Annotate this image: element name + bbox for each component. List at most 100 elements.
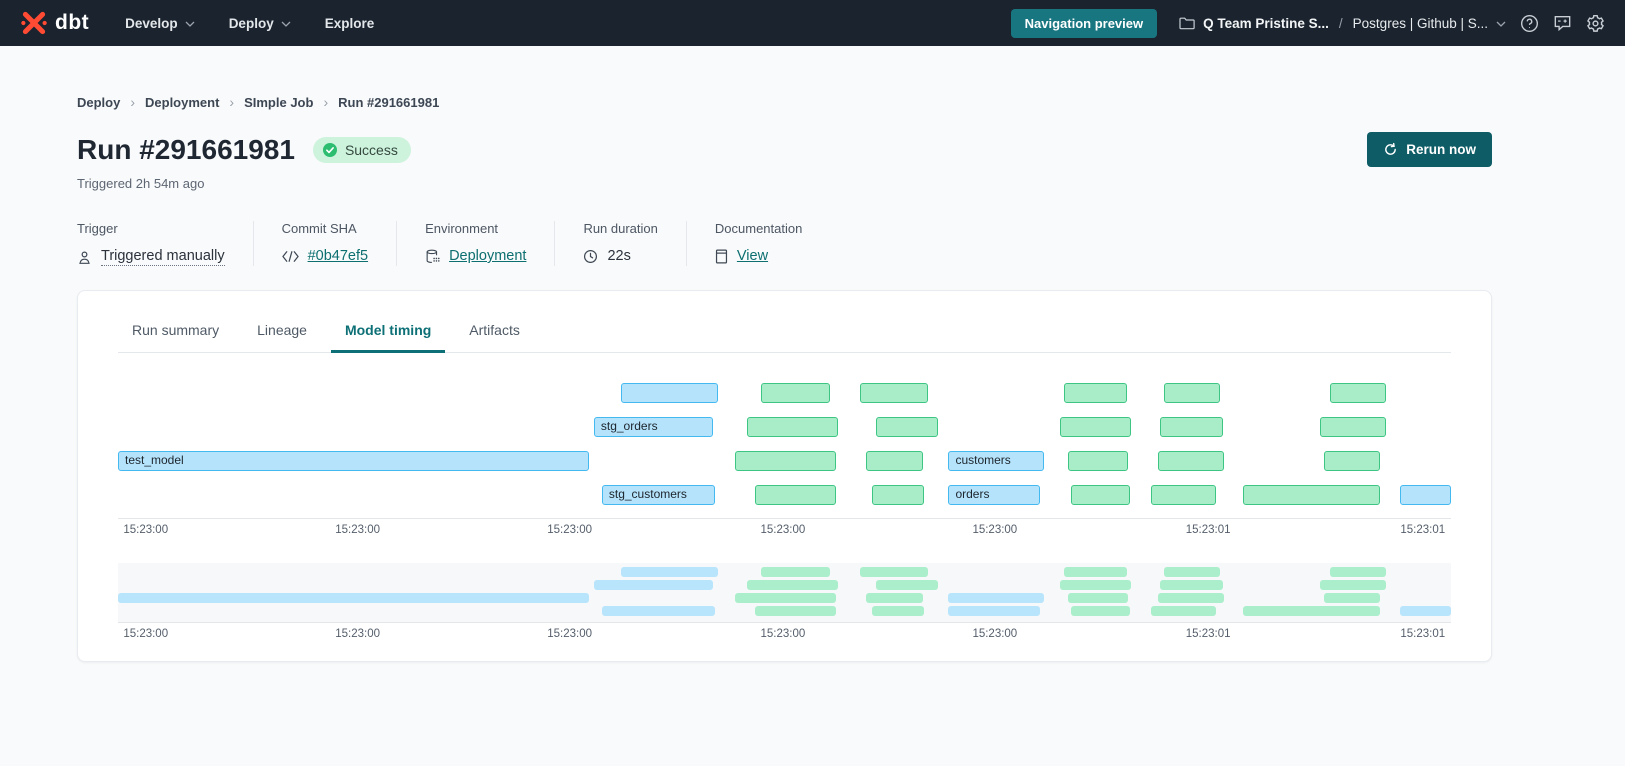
navigation-preview-button[interactable]: Navigation preview [1011, 9, 1157, 38]
minimap-bar [1320, 580, 1385, 590]
minimap-bar [1151, 606, 1216, 616]
person-icon [77, 250, 92, 265]
title-row: Run #291661981 Success Rerun now [77, 132, 1492, 167]
meta-item-run-duration: Run duration 22s [554, 221, 685, 266]
minimap-bar [1400, 606, 1451, 616]
minimap-bar [761, 567, 830, 577]
nav-menu-label: Explore [325, 16, 375, 31]
model-timing-chart: stg_orderstest_model customers stg_custome… [118, 369, 1451, 519]
axis-tick-label: 15:23:00 [123, 628, 168, 640]
minimap-bar [1324, 593, 1380, 603]
timing-bar[interactable] [1151, 485, 1216, 505]
tab-run-summary[interactable]: Run summary [118, 313, 233, 353]
timing-bar[interactable] [860, 383, 928, 403]
meta-label: Run duration [583, 221, 657, 236]
axis-tick-label: 15:23:00 [335, 524, 380, 536]
timing-bar[interactable] [876, 417, 937, 437]
project-name[interactable]: Postgres | Github | S... [1353, 16, 1488, 31]
minimap-bar [1071, 606, 1130, 616]
timing-bar-customers[interactable]: customers [948, 451, 1044, 471]
clock-icon [583, 249, 598, 264]
timing-bar[interactable] [1160, 417, 1223, 437]
page-content: Deploy›Deployment›SImple Job›Run #291661… [77, 94, 1492, 662]
minimap-bar [755, 606, 836, 616]
account-name[interactable]: Q Team Pristine S... [1203, 16, 1329, 31]
code-icon [282, 250, 299, 263]
minimap-bar [872, 606, 924, 616]
breadcrumb-item-simple-job[interactable]: SImple Job [244, 95, 313, 110]
breadcrumb-separator: › [229, 94, 234, 110]
timing-bar[interactable] [866, 451, 923, 471]
timing-bar[interactable] [1320, 417, 1385, 437]
timing-bar[interactable] [747, 417, 838, 437]
minimap-bar [876, 580, 937, 590]
minimap-bar [860, 567, 928, 577]
meta-value-environment[interactable]: Deployment [449, 248, 526, 264]
run-detail-card: Run summaryLineageModel timingArtifacts … [77, 290, 1492, 662]
axis-tick-label: 15:23:01 [1400, 628, 1445, 640]
mini-axis-labels: 15:23:0015:23:0015:23:0015:23:0015:23:00… [118, 623, 1451, 645]
timing-bar-stg-customers[interactable]: stg_customers [602, 485, 715, 505]
feedback-icon[interactable] [1553, 14, 1572, 33]
axis-tick-label: 15:23:00 [761, 628, 806, 640]
timing-bar[interactable] [755, 485, 836, 505]
timing-bar[interactable] [1324, 451, 1380, 471]
dbt-logo-icon [20, 9, 48, 37]
check-circle-icon [322, 142, 338, 158]
axis-tick-label: 15:23:00 [335, 628, 380, 640]
database-icon [425, 249, 440, 264]
breadcrumb-item-deployment[interactable]: Deployment [145, 95, 219, 110]
axis-tick-label: 15:23:00 [547, 524, 592, 536]
account-project-switcher[interactable]: Q Team Pristine S... / Postgres | Github… [1179, 16, 1506, 31]
rerun-now-button[interactable]: Rerun now [1367, 132, 1492, 167]
meta-value-run-duration: 22s [607, 248, 630, 264]
minimap-bar [621, 567, 718, 577]
timing-bar[interactable] [1060, 417, 1131, 437]
nav-menu-develop[interactable]: Develop [125, 16, 195, 31]
timing-overview-minimap[interactable] [118, 563, 1451, 623]
meta-label: Commit SHA [282, 221, 368, 236]
nav-menu-explore[interactable]: Explore [325, 16, 375, 31]
timing-bar[interactable] [1071, 485, 1130, 505]
timing-bar[interactable] [872, 485, 924, 505]
gear-icon[interactable] [1586, 14, 1605, 33]
minimap-bar [1330, 567, 1386, 577]
meta-value-commit-sha[interactable]: #0b47ef5 [308, 248, 368, 264]
timing-bar[interactable] [621, 383, 718, 403]
topnav-right: Navigation preview Q Team Pristine S... … [1011, 9, 1605, 38]
timing-bar-test-model[interactable]: test_model [118, 451, 589, 471]
breadcrumb: Deploy›Deployment›SImple Job›Run #291661… [77, 94, 1492, 110]
chevron-down-icon [1496, 21, 1506, 27]
dbt-logo[interactable]: dbt [20, 9, 89, 37]
timing-bar[interactable] [1164, 383, 1220, 403]
minimap-bar [948, 606, 1040, 616]
timing-bar[interactable] [1068, 451, 1128, 471]
timing-bar[interactable] [761, 383, 830, 403]
meta-value-documentation[interactable]: View [737, 248, 768, 264]
timing-bar[interactable] [735, 451, 836, 471]
axis-tick-label: 15:23:00 [972, 524, 1017, 536]
dbt-logo-text: dbt [55, 11, 89, 35]
main-axis-labels: 15:23:0015:23:0015:23:0015:23:0015:23:00… [118, 519, 1451, 541]
breadcrumb-item-deploy[interactable]: Deploy [77, 95, 120, 110]
run-meta-row: TriggerTriggered manually Commit SHA #0b47… [77, 221, 1492, 266]
nav-menu-label: Deploy [229, 16, 274, 31]
status-label: Success [345, 142, 398, 158]
meta-label: Environment [425, 221, 526, 236]
help-icon[interactable] [1520, 14, 1539, 33]
timing-bar[interactable] [1064, 383, 1127, 403]
timing-bar-stg-orders[interactable]: stg_orders [594, 417, 713, 437]
meta-item-trigger: TriggerTriggered manually [77, 221, 253, 266]
timing-bar[interactable] [1330, 383, 1386, 403]
tab-artifacts[interactable]: Artifacts [455, 313, 534, 353]
timing-bar[interactable] [1400, 485, 1451, 505]
timing-bar[interactable] [1158, 451, 1225, 471]
tab-model-timing[interactable]: Model timing [331, 313, 445, 353]
tab-bar: Run summaryLineageModel timingArtifacts [118, 313, 1451, 353]
timing-bar-orders[interactable]: orders [948, 485, 1040, 505]
minimap-bar [735, 593, 836, 603]
nav-menu-deploy[interactable]: Deploy [229, 16, 291, 31]
tab-lineage[interactable]: Lineage [243, 313, 321, 353]
timing-bar[interactable] [1243, 485, 1380, 505]
rerun-now-label: Rerun now [1406, 142, 1476, 157]
